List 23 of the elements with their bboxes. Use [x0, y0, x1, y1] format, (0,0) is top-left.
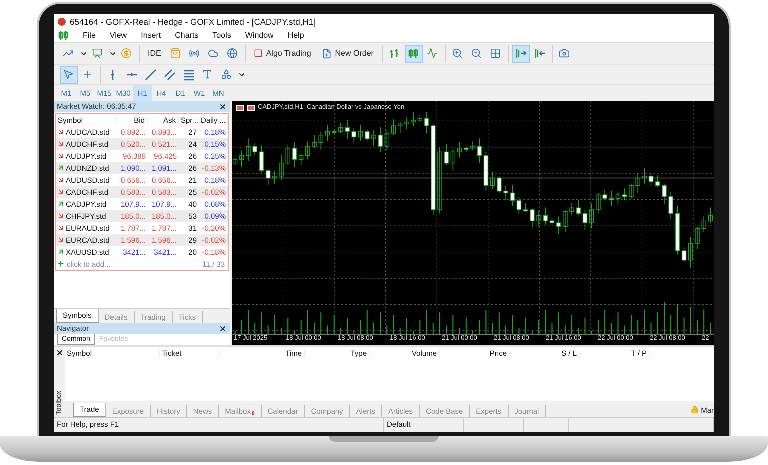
candlestick-icon[interactable] [404, 44, 423, 62]
window-title: 654164 - GOFX-Real - Hedge - GOFX Limited - [CADJPY.std,H1] [70, 16, 316, 26]
cursor-icon[interactable] [60, 66, 78, 84]
menu-item[interactable]: View [110, 31, 128, 40]
toolbar-button[interactable]: Algo Trading [249, 44, 316, 62]
plus-icon [57, 260, 65, 268]
menu-item[interactable]: Tools [212, 31, 232, 40]
close-icon[interactable] [219, 102, 227, 110]
close-icon[interactable] [219, 324, 227, 332]
candlestick-icon [58, 30, 69, 41]
app-icon [58, 18, 66, 26]
menu-item[interactable]: Charts [175, 31, 199, 40]
toolbar-button[interactable]: New Order [317, 44, 379, 62]
auto-scroll-icon[interactable] [512, 44, 530, 62]
lock-icon [691, 406, 700, 414]
square-icon [254, 49, 264, 58]
menu-item[interactable]: Insert [141, 31, 162, 40]
close-icon[interactable] [56, 349, 64, 357]
menu-item[interactable]: Window [245, 31, 274, 40]
document-icon [322, 48, 332, 58]
menu-item[interactable]: Help [288, 31, 304, 40]
toolbar-button[interactable]: IDE [143, 44, 166, 62]
menu-item[interactable]: File [83, 31, 96, 40]
